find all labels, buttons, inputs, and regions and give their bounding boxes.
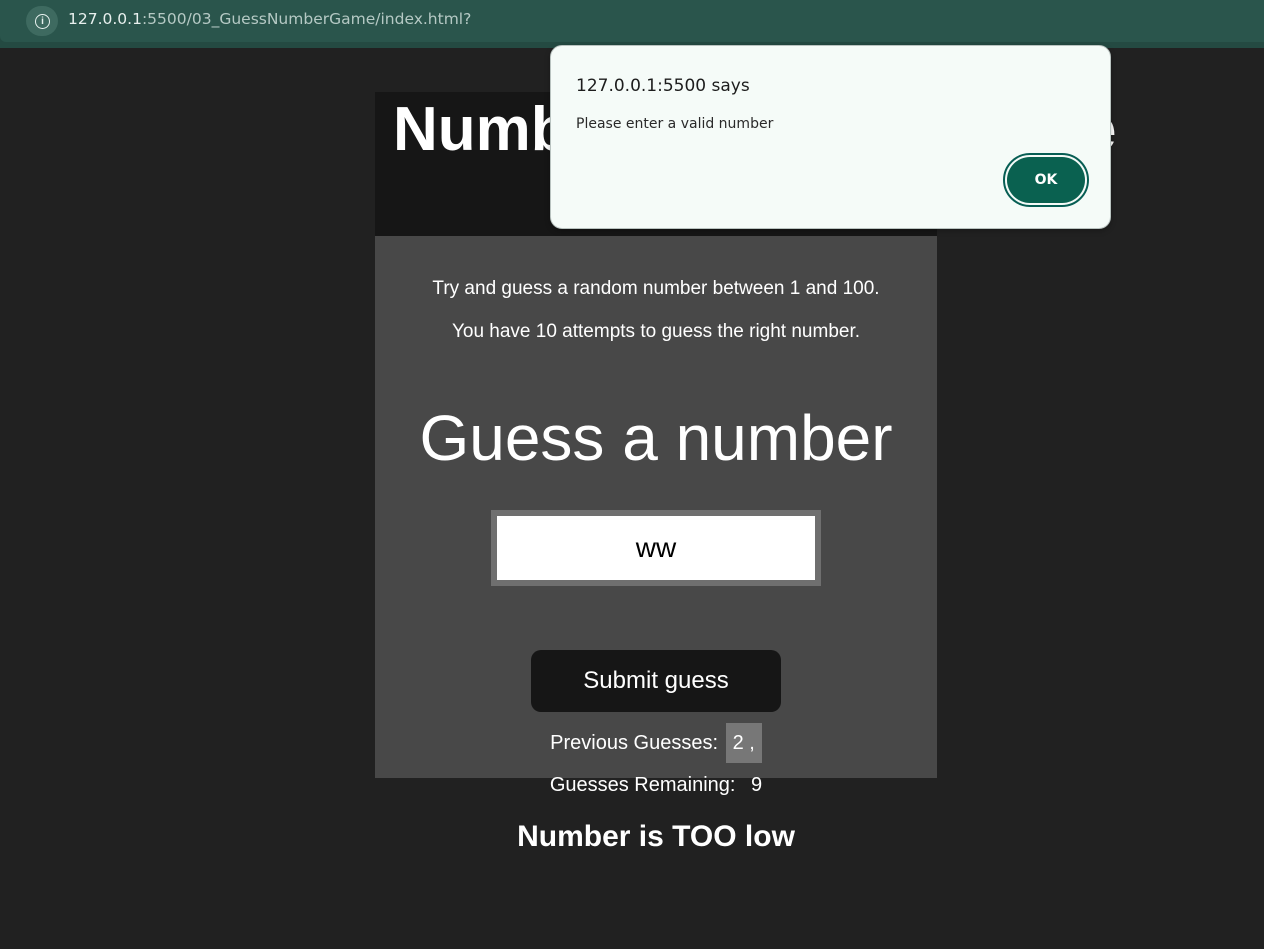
alert-dialog: 127.0.0.1:5500 says Please enter a valid… — [550, 45, 1111, 229]
dialog-message: Please enter a valid number — [576, 116, 774, 132]
game-card: Try and guess a random number between 1 … — [375, 236, 937, 778]
guesses-remaining-value: 9 — [751, 774, 763, 796]
dialog-title: 127.0.0.1:5500 says — [576, 76, 750, 96]
address-bar-inner: i 127.0.0.1:5500/03_GuessNumberGame/inde… — [0, 0, 1264, 42]
result-message: Number is TOO low — [517, 820, 795, 853]
guesses-remaining-row: Guesses Remaining: 9 — [375, 774, 937, 797]
intro-range-text: Try and guess a random number between 1 … — [432, 278, 880, 299]
url-field[interactable]: 127.0.0.1:5500/03_GuessNumberGame/index.… — [68, 10, 471, 28]
url-host: 127.0.0.1 — [68, 10, 142, 28]
url-path: :5500/03_GuessNumberGame/index.html? — [141, 10, 472, 28]
site-info-button[interactable]: i — [26, 6, 58, 36]
guess-heading: Guess a number — [419, 402, 893, 474]
intro-attempts-text: You have 10 attempts to guess the right … — [451, 321, 861, 342]
info-icon: i — [35, 14, 50, 29]
guess-input[interactable] — [491, 510, 821, 586]
previous-guesses-row: Previous Guesses: 2 , — [375, 723, 937, 763]
previous-guesses-values: 2 , — [725, 723, 762, 763]
dialog-ok-label: OK — [1007, 157, 1085, 203]
previous-guesses-label: Previous Guesses: — [550, 732, 719, 754]
browser-address-bar: i 127.0.0.1:5500/03_GuessNumberGame/inde… — [0, 0, 1264, 48]
submit-guess-button[interactable]: Submit guess — [531, 650, 781, 712]
guesses-remaining-label: Guesses Remaining: — [549, 774, 736, 796]
dialog-ok-button[interactable]: OK — [1003, 153, 1089, 207]
